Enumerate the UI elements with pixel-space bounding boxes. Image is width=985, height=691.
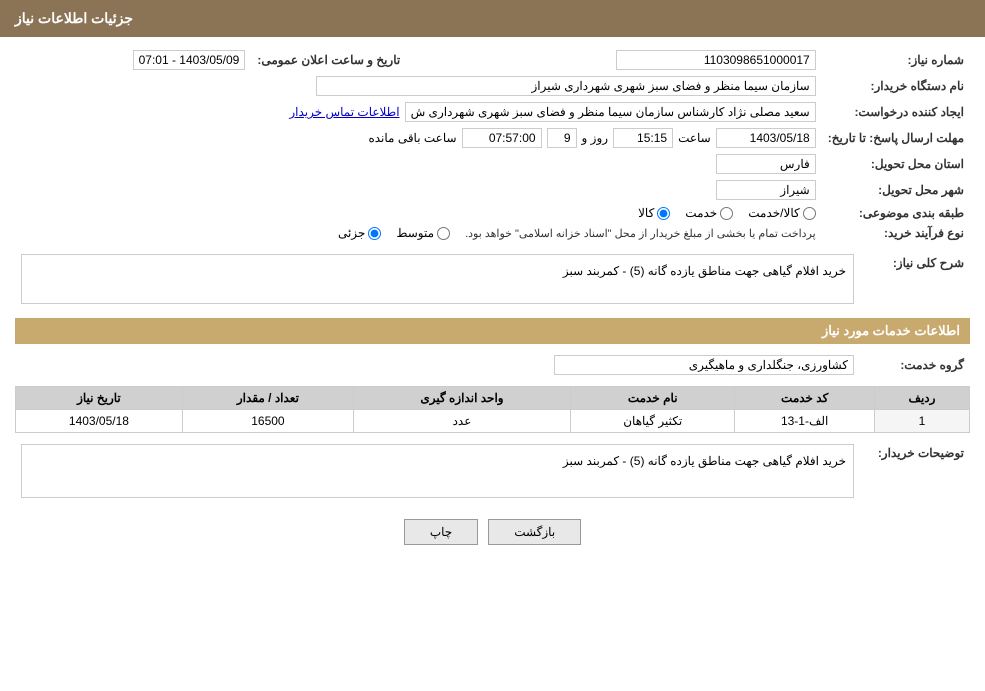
need-number-label: شماره نیاز: bbox=[822, 47, 970, 73]
process-option-motavasset[interactable]: متوسط bbox=[396, 226, 450, 240]
col-header-row: ردیف bbox=[874, 387, 969, 410]
process-note: پرداخت تمام یا بخشی از مبلغ خریدار از مح… bbox=[465, 227, 816, 240]
need-desc-table: شرح کلی نیاز: خرید افلام گیاهی جهت مناطق… bbox=[15, 251, 970, 310]
announcement-date-value: 1403/05/09 - 07:01 bbox=[15, 47, 251, 73]
buyer-notes-textarea[interactable] bbox=[21, 444, 854, 498]
main-content: شماره نیاز: 1103098651000017 تاریخ و ساع… bbox=[0, 37, 985, 570]
need-desc-wrapper: خرید افلام گیاهی جهت مناطق یازده گانه (5… bbox=[21, 254, 854, 307]
creator-value: سعید مصلی نژاد کارشناس سازمان سیما منظر … bbox=[15, 99, 822, 125]
province-label: استان محل تحویل: bbox=[822, 151, 970, 177]
col-header-code: کد خدمت bbox=[735, 387, 875, 410]
services-table: ردیف کد خدمت نام خدمت واحد اندازه گیری ت… bbox=[15, 386, 970, 433]
category-label-kala: کالا bbox=[638, 206, 654, 220]
row-number: 1 bbox=[874, 410, 969, 433]
process-row: پرداخت تمام یا بخشی از مبلغ خریدار از مح… bbox=[15, 223, 822, 243]
province-value: فارس bbox=[15, 151, 822, 177]
category-radio-kala-khedmat[interactable] bbox=[803, 207, 816, 220]
deadline-remaining-input: 07:57:00 bbox=[462, 128, 542, 148]
deadline-days-input: 9 bbox=[547, 128, 577, 148]
print-button[interactable]: چاپ bbox=[404, 519, 478, 545]
need-desc-cell: خرید افلام گیاهی جهت مناطق یازده گانه (5… bbox=[15, 251, 860, 310]
buyer-org-label: نام دستگاه خریدار: bbox=[822, 73, 970, 99]
info-table: شماره نیاز: 1103098651000017 تاریخ و ساع… bbox=[15, 47, 970, 243]
table-row: 1 الف-1-13 تکثیر گیاهان عدد 16500 1403/0… bbox=[16, 410, 970, 433]
process-label-motavasset: متوسط bbox=[396, 226, 434, 240]
deadline-time-label: ساعت bbox=[678, 131, 711, 145]
deadline-days-label: روز و bbox=[582, 131, 609, 145]
city-label: شهر محل تحویل: bbox=[822, 177, 970, 203]
deadline-date-input: 1403/05/18 bbox=[716, 128, 816, 148]
button-group: بازگشت چاپ bbox=[15, 519, 970, 545]
category-option-kala[interactable]: کالا bbox=[638, 206, 670, 220]
buyer-org-value: سازمان سیما منظر و فضای سبز شهری شهرداری… bbox=[15, 73, 822, 99]
announcement-date-input: 1403/05/09 - 07:01 bbox=[133, 50, 246, 70]
deadline-label: مهلت ارسال پاسخ: تا تاریخ: bbox=[822, 125, 970, 151]
buyer-notes-wrapper: خرید افلام گیاهی جهت مناطق یازده گانه (5… bbox=[21, 444, 854, 501]
deadline-remaining-label: ساعت باقی مانده bbox=[368, 131, 456, 145]
col-header-date: تاریخ نیاز bbox=[16, 387, 183, 410]
category-option-kala-khedmat[interactable]: کالا/خدمت bbox=[748, 206, 815, 220]
service-group-input: کشاورزی، جنگلداری و ماهیگیری bbox=[554, 355, 854, 375]
row-code: الف-1-13 bbox=[735, 410, 875, 433]
process-radio-motavasset[interactable] bbox=[437, 227, 450, 240]
province-input: فارس bbox=[716, 154, 816, 174]
col-header-name: نام خدمت bbox=[570, 387, 734, 410]
announcement-date-label: تاریخ و ساعت اعلان عمومی: bbox=[251, 47, 420, 73]
col-header-qty: تعداد / مقدار bbox=[182, 387, 353, 410]
row-date: 1403/05/18 bbox=[16, 410, 183, 433]
process-option-jozii[interactable]: جزئی bbox=[338, 226, 381, 240]
deadline-row: 1403/05/18 ساعت 15:15 روز و 9 07:57:00 س… bbox=[15, 125, 822, 151]
header-title: جزئیات اطلاعات نیاز bbox=[15, 10, 133, 26]
service-group-value: کشاورزی، جنگلداری و ماهیگیری bbox=[15, 352, 860, 378]
creator-label: ایجاد کننده درخواست: bbox=[822, 99, 970, 125]
category-row: کالا/خدمت خدمت کالا bbox=[15, 203, 822, 223]
col-header-unit: واحد اندازه گیری bbox=[353, 387, 570, 410]
row-unit: عدد bbox=[353, 410, 570, 433]
process-label-jozii: جزئی bbox=[338, 226, 365, 240]
need-desc-label: شرح کلی نیاز: bbox=[860, 251, 970, 310]
service-group-table: گروه خدمت: کشاورزی، جنگلداری و ماهیگیری bbox=[15, 352, 970, 378]
category-radio-kala[interactable] bbox=[657, 207, 670, 220]
process-label: نوع فرآیند خرید: bbox=[822, 223, 970, 243]
creator-input: سعید مصلی نژاد کارشناس سازمان سیما منظر … bbox=[405, 102, 816, 122]
category-option-khedmat[interactable]: خدمت bbox=[685, 206, 733, 220]
category-label: طبقه بندی موضوعی: bbox=[822, 203, 970, 223]
need-number-input: 1103098651000017 bbox=[616, 50, 816, 70]
service-group-label: گروه خدمت: bbox=[860, 352, 970, 378]
city-input: شیراز bbox=[716, 180, 816, 200]
category-radio-khedmat[interactable] bbox=[720, 207, 733, 220]
page-wrapper: جزئیات اطلاعات نیاز شماره نیاز: 11030986… bbox=[0, 0, 985, 691]
deadline-time-input: 15:15 bbox=[613, 128, 673, 148]
buyer-notes-label: توضیحات خریدار: bbox=[860, 441, 970, 504]
city-value: شیراز bbox=[15, 177, 822, 203]
need-desc-textarea[interactable] bbox=[21, 254, 854, 304]
category-label-kala-khedmat: کالا/خدمت bbox=[748, 206, 799, 220]
buyer-notes-table: توضیحات خریدار: خرید افلام گیاهی جهت منا… bbox=[15, 441, 970, 504]
back-button[interactable]: بازگشت bbox=[488, 519, 581, 545]
contact-link[interactable]: اطلاعات تماس خریدار bbox=[289, 105, 399, 119]
category-label-khedmat: خدمت bbox=[685, 206, 717, 220]
page-header: جزئیات اطلاعات نیاز bbox=[0, 0, 985, 37]
row-quantity: 16500 bbox=[182, 410, 353, 433]
services-section-title: اطلاعات خدمات مورد نیاز bbox=[15, 318, 970, 344]
buyer-notes-cell: خرید افلام گیاهی جهت مناطق یازده گانه (5… bbox=[15, 441, 860, 504]
need-number-value: 1103098651000017 bbox=[420, 47, 822, 73]
buyer-org-input: سازمان سیما منظر و فضای سبز شهری شهرداری… bbox=[316, 76, 816, 96]
row-service-name: تکثیر گیاهان bbox=[570, 410, 734, 433]
process-radio-jozii[interactable] bbox=[368, 227, 381, 240]
